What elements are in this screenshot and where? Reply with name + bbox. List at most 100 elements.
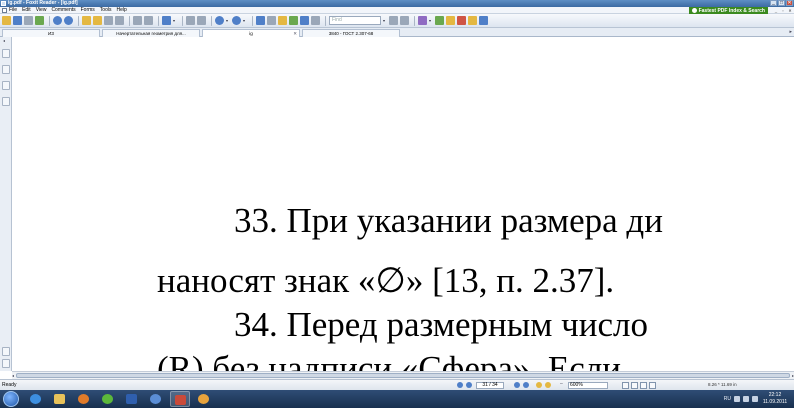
next-page-icon[interactable]	[514, 382, 520, 388]
stamp-icon[interactable]	[446, 16, 455, 25]
page-number-field[interactable]: 31 / 34	[476, 382, 504, 389]
back-arrow-icon[interactable]	[82, 16, 91, 25]
panel-toggle-icon[interactable]: ◂	[3, 38, 5, 43]
image-icon[interactable]	[435, 16, 444, 25]
tab-list-icon[interactable]: ▸	[789, 29, 792, 35]
fit-width-icon[interactable]	[197, 16, 206, 25]
menu-forms[interactable]: Forms	[81, 7, 95, 14]
single-page-view-icon[interactable]	[622, 382, 629, 389]
toolbar-divider	[182, 15, 183, 26]
save-icon[interactable]	[13, 16, 22, 25]
chevron-down-icon[interactable]: ▾	[429, 16, 433, 25]
toolbar-divider	[325, 15, 326, 26]
network-icon[interactable]	[743, 396, 749, 402]
document-view[interactable]: 33. При указании размера ди наносят знак…	[12, 37, 794, 371]
scroll-left-icon[interactable]: ◂	[12, 372, 14, 379]
menu-view[interactable]: View	[36, 7, 47, 14]
taskbar-torrent[interactable]	[98, 391, 118, 407]
menu-help[interactable]: Help	[116, 7, 126, 14]
signature-icon[interactable]	[2, 359, 10, 368]
tab-descriptive-geometry[interactable]: Начертательная геометрия для...	[102, 29, 200, 37]
zoom-out-small-icon[interactable]: –	[560, 381, 563, 387]
tab-gost[interactable]: 3840 - ГОСТ 2.307-68	[302, 29, 400, 37]
taskbar-foxit-reader[interactable]	[170, 391, 190, 407]
snapshot-icon[interactable]	[115, 16, 124, 25]
note-icon[interactable]	[300, 16, 309, 25]
close-button[interactable]: ✕	[786, 0, 793, 6]
taskbar-ie[interactable]	[26, 391, 46, 407]
select-text-icon[interactable]	[104, 16, 113, 25]
arrow-tool-icon[interactable]	[479, 16, 488, 25]
highlight-icon[interactable]	[278, 16, 287, 25]
forward-icon[interactable]	[545, 382, 551, 388]
pages-icon[interactable]	[2, 65, 10, 74]
previous-page-icon[interactable]	[466, 382, 472, 388]
taskbar-chrome[interactable]	[146, 391, 166, 407]
fit-page-icon[interactable]	[186, 16, 195, 25]
continuous-icon[interactable]	[267, 16, 276, 25]
find-next-icon[interactable]	[400, 16, 409, 25]
language-indicator[interactable]: RU	[724, 396, 731, 402]
find-previous-icon[interactable]	[389, 16, 398, 25]
attachments-icon[interactable]	[2, 97, 10, 106]
maximize-button[interactable]: □	[778, 0, 785, 6]
taskbar-mail[interactable]	[194, 391, 214, 407]
document-window-controls: _ ▫ ✕	[773, 8, 793, 13]
find-input[interactable]: Find	[329, 16, 381, 25]
email-icon[interactable]	[35, 16, 44, 25]
clock[interactable]: 22:12 11.09.2011	[759, 392, 791, 406]
typewriter-icon[interactable]	[289, 16, 298, 25]
open-icon[interactable]	[2, 16, 11, 25]
redo-icon[interactable]	[144, 16, 153, 25]
menu-edit[interactable]: Edit	[22, 7, 31, 14]
taskbar-explorer[interactable]	[50, 391, 70, 407]
document-line: наносят знак «∅» [13, п. 2.37].	[157, 261, 615, 300]
tab-ig[interactable]: ig ✕	[202, 29, 300, 37]
print-icon[interactable]	[24, 16, 33, 25]
taskbar-word[interactable]	[122, 391, 142, 407]
start-button[interactable]	[3, 391, 19, 407]
chevron-down-icon[interactable]: ▾	[383, 16, 387, 25]
last-page-icon[interactable]	[523, 382, 529, 388]
zoom-level-field[interactable]: 600%	[568, 382, 608, 389]
textbox-icon[interactable]	[311, 16, 320, 25]
menu-comments[interactable]: Comments	[51, 7, 75, 14]
ad-banner-text: Fastest PDF Index & Search	[698, 7, 765, 14]
zoom-out-icon[interactable]	[215, 16, 224, 25]
previous-view-icon[interactable]	[53, 16, 62, 25]
menu-file[interactable]: File	[9, 7, 17, 14]
facing-view-icon[interactable]	[640, 382, 647, 389]
menu-tools[interactable]: Tools	[100, 7, 112, 14]
taskbar-media-player[interactable]	[74, 391, 94, 407]
ad-banner[interactable]: Fastest PDF Index & Search	[688, 7, 768, 14]
back-icon[interactable]	[536, 382, 542, 388]
first-page-icon[interactable]	[457, 382, 463, 388]
chevron-down-icon[interactable]: ▾	[226, 16, 230, 25]
doc-minimize-button[interactable]: _	[773, 8, 779, 13]
show-hidden-icons-icon[interactable]	[734, 396, 740, 402]
doc-restore-button[interactable]: ▫	[780, 8, 786, 13]
lock-icon[interactable]	[2, 347, 10, 356]
scrollbar-thumb[interactable]	[16, 373, 790, 378]
chevron-down-icon[interactable]: ▾	[243, 16, 247, 25]
tab-iz[interactable]: ИЗ	[2, 29, 100, 37]
doc-close-button[interactable]: ✕	[787, 8, 793, 13]
volume-icon[interactable]	[752, 396, 758, 402]
continuous-facing-view-icon[interactable]	[649, 382, 656, 389]
zoom-icon[interactable]	[162, 16, 171, 25]
next-view-icon[interactable]	[64, 16, 73, 25]
minimize-button[interactable]: _	[770, 0, 777, 6]
single-page-icon[interactable]	[256, 16, 265, 25]
zoom-in-icon[interactable]	[232, 16, 241, 25]
undo-icon[interactable]	[133, 16, 142, 25]
attachment-icon[interactable]	[457, 16, 466, 25]
layers-icon[interactable]	[2, 81, 10, 90]
forward-arrow-icon[interactable]	[93, 16, 102, 25]
pencil-icon[interactable]	[418, 16, 427, 25]
horizontal-scrollbar[interactable]: ◂ ▸	[12, 371, 794, 379]
close-tab-icon[interactable]: ✕	[293, 30, 297, 37]
bookmarks-icon[interactable]	[2, 49, 10, 58]
chevron-down-icon[interactable]: ▾	[173, 16, 177, 25]
continuous-view-icon[interactable]	[631, 382, 638, 389]
comment-icon[interactable]	[468, 16, 477, 25]
